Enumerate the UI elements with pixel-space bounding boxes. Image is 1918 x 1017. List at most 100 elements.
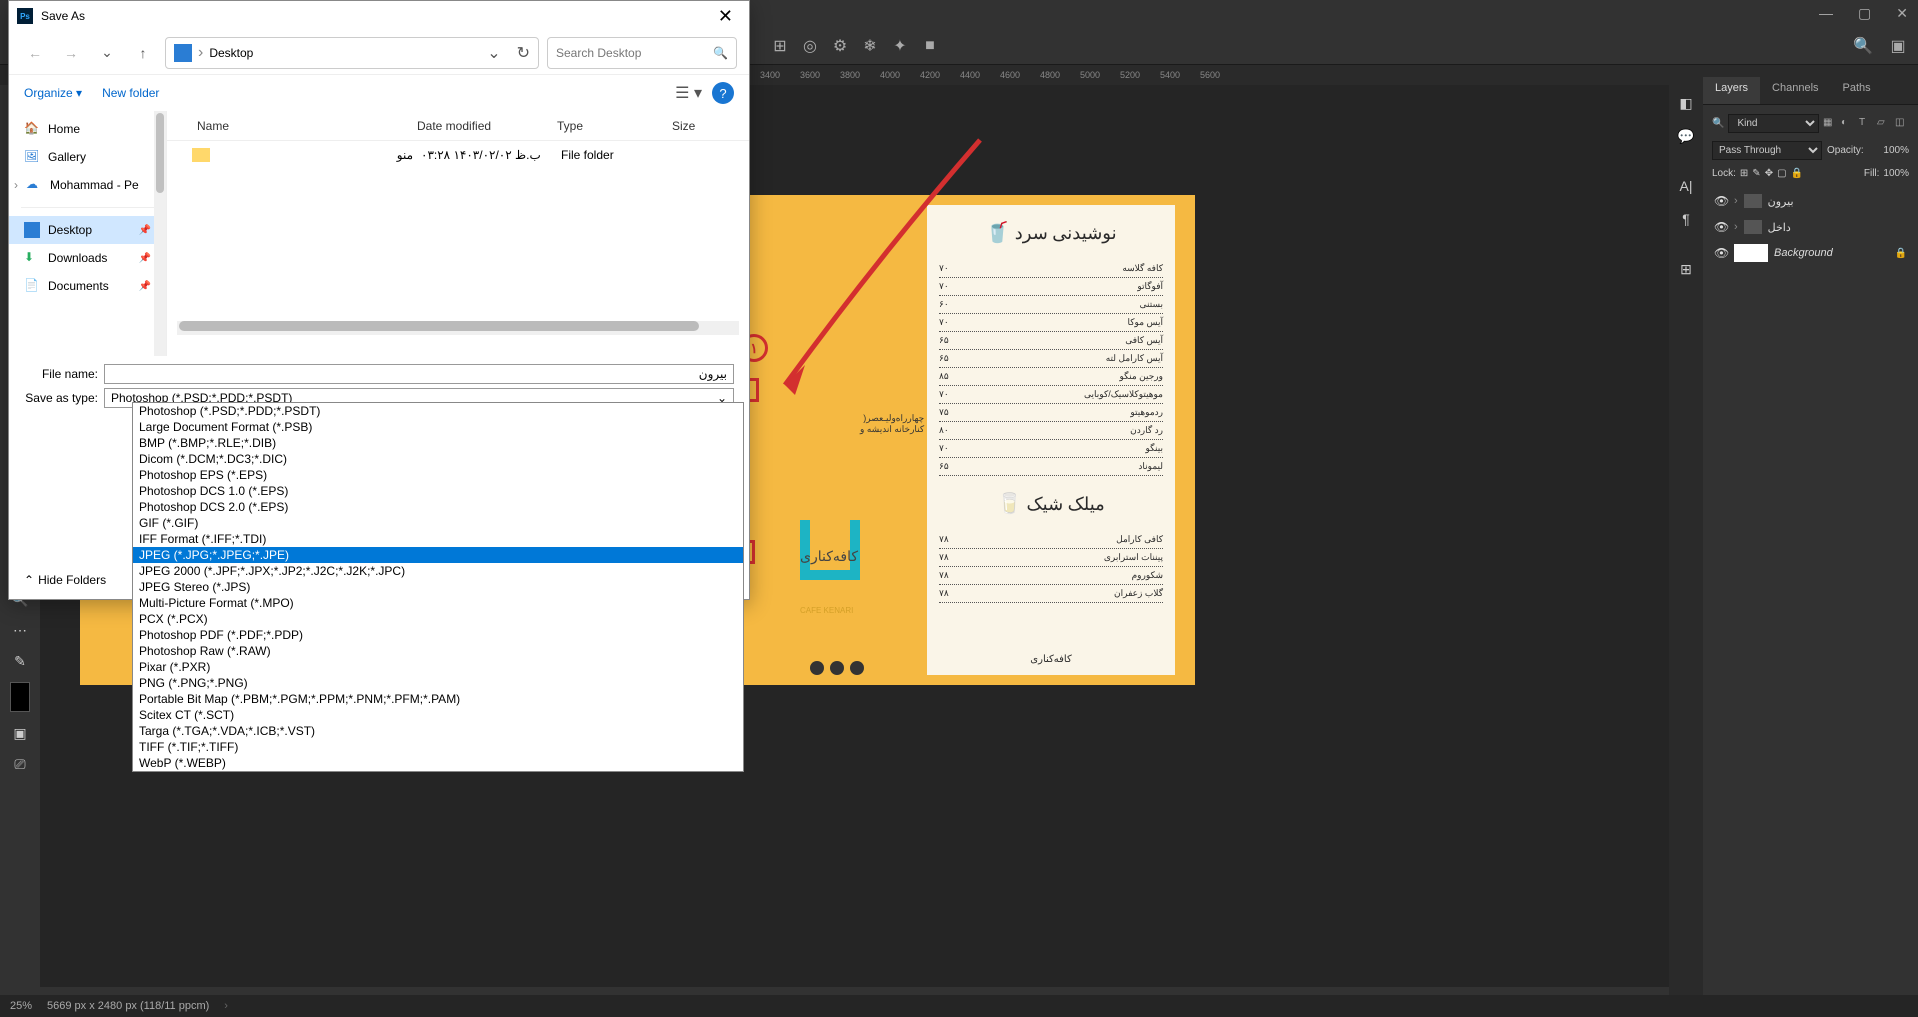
type-option[interactable]: Photoshop EPS (*.EPS) bbox=[133, 467, 743, 483]
filter-type-icon[interactable]: T bbox=[1859, 117, 1873, 131]
visibility-icon[interactable]: 👁 bbox=[1714, 246, 1728, 260]
type-option[interactable]: Photoshop DCS 2.0 (*.EPS) bbox=[133, 499, 743, 515]
zoom-level[interactable]: 25% bbox=[10, 1000, 32, 1012]
visibility-icon[interactable]: 👁 bbox=[1714, 194, 1728, 208]
sidebar-item-home[interactable]: 🏠 Home bbox=[9, 115, 166, 143]
chevron-right-icon[interactable]: › bbox=[1734, 221, 1738, 233]
refresh-icon[interactable]: ↻ bbox=[517, 43, 530, 63]
foreground-color[interactable] bbox=[10, 682, 30, 712]
file-row[interactable]: منو ۰۳:۲۸ ب.ظ ۱۴۰۳/۰۲/۰۲ File folder bbox=[167, 141, 749, 169]
glyph-panel-icon[interactable]: ⊞ bbox=[1671, 254, 1701, 284]
edit-tool[interactable]: ✎ bbox=[3, 647, 37, 675]
type-option[interactable]: GIF (*.GIF) bbox=[133, 515, 743, 531]
close-window-icon[interactable]: ✕ bbox=[1896, 5, 1908, 22]
sidebar-item-onedrive[interactable]: › ☁ Mohammad - Pe bbox=[9, 171, 166, 199]
sidebar-scrollbar[interactable] bbox=[154, 111, 166, 356]
type-option[interactable]: Large Document Format (*.PSB) bbox=[133, 419, 743, 435]
gear-icon[interactable]: ⚙ bbox=[830, 36, 850, 56]
cache-icon[interactable]: ❄ bbox=[860, 36, 880, 56]
filter-adjust-icon[interactable]: ◐ bbox=[1841, 117, 1855, 131]
new-folder-button[interactable]: New folder bbox=[102, 86, 159, 100]
type-option[interactable]: Targa (*.TGA;*.VDA;*.ICB;*.VST) bbox=[133, 723, 743, 739]
type-option[interactable]: Scitex CT (*.SCT) bbox=[133, 707, 743, 723]
hide-folders-toggle[interactable]: ⌃ Hide Folders bbox=[24, 573, 106, 587]
type-option[interactable]: BMP (*.BMP;*.RLE;*.DIB) bbox=[133, 435, 743, 451]
type-option[interactable]: Dicom (*.DCM;*.DC3;*.DIC) bbox=[133, 451, 743, 467]
sidebar-item-downloads[interactable]: ⬇ Downloads 📌 bbox=[9, 244, 166, 272]
type-option[interactable]: Photoshop DCS 1.0 (*.EPS) bbox=[133, 483, 743, 499]
type-option[interactable]: Photoshop Raw (*.RAW) bbox=[133, 643, 743, 659]
lock-all-icon[interactable]: 🔒 bbox=[1791, 168, 1803, 179]
lock-paint-icon[interactable]: ✎ bbox=[1752, 168, 1760, 179]
quickmask-tool[interactable]: ▣ bbox=[3, 719, 37, 747]
type-option[interactable]: JPEG (*.JPG;*.JPEG;*.JPE) bbox=[133, 547, 743, 563]
layer-item[interactable]: 👁 › بیرون bbox=[1708, 188, 1913, 214]
fill-value[interactable]: 100% bbox=[1883, 168, 1909, 179]
column-date[interactable]: Date modified bbox=[417, 119, 557, 133]
type-option[interactable]: PNG (*.PNG;*.PNG) bbox=[133, 675, 743, 691]
lock-artboard-icon[interactable]: ▢ bbox=[1777, 168, 1786, 179]
ruler-toggle-icon[interactable]: ⊞ bbox=[770, 36, 790, 56]
address-bar[interactable]: › Desktop ⌄ ↻ bbox=[165, 37, 539, 69]
type-option[interactable]: PCX (*.PCX) bbox=[133, 611, 743, 627]
address-dropdown-icon[interactable]: ⌄ bbox=[487, 43, 500, 63]
minimize-icon[interactable]: — bbox=[1819, 5, 1833, 22]
layer-item[interactable]: 👁 › داخل bbox=[1708, 214, 1913, 240]
recent-dropdown-icon[interactable]: ⌄ bbox=[93, 39, 121, 67]
type-option[interactable]: Multi-Picture Format (*.MPO) bbox=[133, 595, 743, 611]
opacity-value[interactable]: 100% bbox=[1883, 145, 1909, 156]
horizontal-scrollbar[interactable] bbox=[177, 321, 739, 335]
type-option[interactable]: JPEG 2000 (*.JPF;*.JPX;*.JP2;*.J2C;*.J2K… bbox=[133, 563, 743, 579]
visibility-icon[interactable]: 👁 bbox=[1714, 220, 1728, 234]
column-name[interactable]: Name bbox=[167, 119, 417, 133]
search-icon[interactable]: 🔍 bbox=[1853, 36, 1873, 56]
gradient-panel-icon[interactable]: ◧ bbox=[1671, 88, 1701, 118]
pin-icon[interactable]: 📌 bbox=[139, 281, 151, 292]
more-tool[interactable]: ⋯ bbox=[3, 616, 37, 644]
screenmode-tool[interactable]: ⎚ bbox=[3, 750, 37, 778]
type-option[interactable]: Portable Bit Map (*.PBM;*.PGM;*.PPM;*.PN… bbox=[133, 691, 743, 707]
layer-kind-filter[interactable]: Kind bbox=[1728, 114, 1819, 133]
chevron-right-icon[interactable]: › bbox=[14, 178, 18, 192]
type-option[interactable]: Photoshop PDF (*.PDF;*.PDP) bbox=[133, 627, 743, 643]
lock-move-icon[interactable]: ✥ bbox=[1765, 168, 1773, 179]
blend-mode-select[interactable]: Pass Through bbox=[1712, 141, 1822, 160]
chevron-right-icon[interactable]: › bbox=[1734, 195, 1738, 207]
pin-icon[interactable]: 📌 bbox=[139, 225, 151, 236]
sidebar-item-documents[interactable]: 📄 Documents 📌 bbox=[9, 272, 166, 300]
sidebar-item-gallery[interactable]: 🖼 Gallery bbox=[9, 143, 166, 171]
layers-tab[interactable]: Layers bbox=[1703, 77, 1760, 104]
filter-shape-icon[interactable]: ▱ bbox=[1877, 117, 1891, 131]
filter-pixel-icon[interactable]: ▦ bbox=[1823, 117, 1837, 131]
up-button[interactable]: ↑ bbox=[129, 39, 157, 67]
character-panel-icon[interactable]: A| bbox=[1671, 171, 1701, 201]
search-input[interactable]: Search Desktop 🔍 bbox=[547, 37, 737, 69]
filename-input[interactable] bbox=[104, 364, 734, 384]
organize-menu[interactable]: Organize ▾ bbox=[24, 86, 82, 100]
sidebar-item-desktop[interactable]: Desktop 📌 bbox=[9, 216, 166, 244]
forward-button[interactable]: → bbox=[57, 39, 85, 67]
type-option[interactable]: IFF Format (*.IFF;*.TDI) bbox=[133, 531, 743, 547]
comment-panel-icon[interactable]: 💬 bbox=[1671, 121, 1701, 151]
type-option[interactable]: TIFF (*.TIF;*.TIFF) bbox=[133, 739, 743, 755]
back-button[interactable]: ← bbox=[21, 39, 49, 67]
maximize-icon[interactable]: ▢ bbox=[1858, 5, 1871, 22]
filter-smart-icon[interactable]: ◫ bbox=[1895, 117, 1909, 131]
type-option[interactable]: Pixar (*.PXR) bbox=[133, 659, 743, 675]
close-icon[interactable]: ✕ bbox=[710, 6, 741, 27]
layer-item[interactable]: 👁 Background 🔒 bbox=[1708, 240, 1913, 266]
lock-trans-icon[interactable]: ⊞ bbox=[1740, 168, 1748, 179]
snap-icon[interactable]: ◎ bbox=[800, 36, 820, 56]
camera-icon[interactable]: ■ bbox=[920, 36, 940, 56]
move-icon[interactable]: ✦ bbox=[890, 36, 910, 56]
view-mode-icon[interactable]: ☰ ▾ bbox=[675, 83, 702, 103]
channels-tab[interactable]: Channels bbox=[1760, 77, 1830, 104]
help-icon[interactable]: ? bbox=[712, 82, 734, 104]
type-option[interactable]: Photoshop (*.PSD;*.PDD;*.PSDT) bbox=[133, 403, 743, 419]
paths-tab[interactable]: Paths bbox=[1831, 77, 1883, 104]
workspace-icon[interactable]: ▣ bbox=[1888, 36, 1908, 56]
pin-icon[interactable]: 📌 bbox=[139, 253, 151, 264]
paragraph-panel-icon[interactable]: ¶ bbox=[1671, 204, 1701, 234]
column-type[interactable]: Type bbox=[557, 119, 672, 133]
type-option[interactable]: WebP (*.WEBP) bbox=[133, 755, 743, 771]
